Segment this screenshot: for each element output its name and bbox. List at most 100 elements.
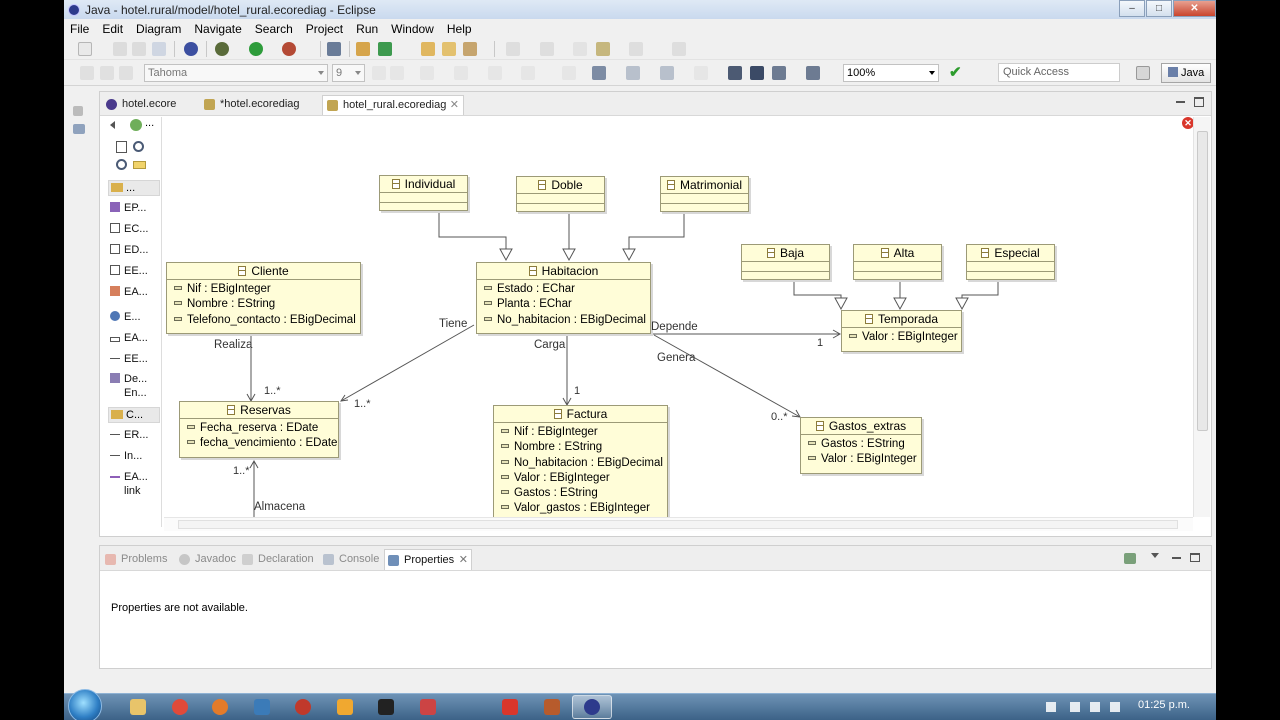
menu-run[interactable]: Run [356,22,378,36]
external-tools-icon[interactable] [282,42,296,56]
save-icon[interactable] [113,42,127,56]
arrow-up-icon[interactable] [100,66,114,80]
app-icon[interactable] [502,699,518,715]
router-icon[interactable] [694,66,708,80]
java-perspective-button[interactable]: Java [1161,63,1211,83]
diagram-canvas[interactable]: Individual Doble Matrimonial Cliente Nif… [164,117,1193,517]
attribute-row[interactable]: Estado : EChar [477,282,650,297]
menu-project[interactable]: Project [306,22,343,36]
tab-problems[interactable]: Problems [102,549,172,570]
build-icon[interactable] [184,42,198,56]
app-icon[interactable] [544,699,560,715]
close-button[interactable]: ✕ [1173,0,1216,17]
select-tool-icon[interactable] [116,141,127,153]
tab-console[interactable]: Console [320,549,382,570]
minimize-button[interactable]: – [1119,0,1145,17]
label-genera[interactable]: Genera [657,352,695,364]
network-icon[interactable] [1090,702,1100,712]
open-file-icon[interactable] [442,42,456,56]
palette-link-cont[interactable]: link [124,485,141,497]
vlc-icon[interactable] [337,699,353,715]
class-baja[interactable]: Baja [741,244,830,280]
palette-more-icon[interactable]: ... [145,117,154,129]
forward-icon[interactable] [629,42,643,56]
font-family-select[interactable]: Tahoma [144,64,328,82]
maximize-view-icon[interactable] [1190,553,1200,562]
label-depende[interactable]: Depende [651,321,698,333]
distribute-icon[interactable] [660,66,674,80]
tab-declaration[interactable]: Declaration [239,549,319,570]
class-especial[interactable]: Especial [966,244,1055,280]
class-individual[interactable]: Individual [379,175,468,211]
arrow-right-icon[interactable] [119,66,133,80]
bold-icon[interactable] [372,66,386,80]
note-icon[interactable] [133,161,146,169]
class-alta[interactable]: Alta [853,244,942,280]
restore-icon[interactable] [73,106,83,116]
tab-javadoc[interactable]: Javadoc [176,549,238,570]
tab-properties[interactable]: Properties ✕ [384,549,472,570]
attribute-row[interactable]: Nombre : EString [167,297,360,312]
palette-settings-icon[interactable] [130,119,142,131]
explorer-icon[interactable] [130,699,146,715]
scroll-thumb[interactable] [1197,131,1208,431]
fill-color-icon[interactable] [454,66,468,80]
label-realiza[interactable]: Realiza [214,339,252,351]
menu-navigate[interactable]: Navigate [194,22,241,36]
close-tab-icon[interactable]: ✕ [450,96,459,115]
firefox-icon[interactable] [212,699,228,715]
app-icon[interactable] [378,699,394,715]
menu-file[interactable]: File [70,22,89,36]
vertical-scrollbar[interactable] [1193,117,1210,517]
search-tool-icon[interactable] [463,42,477,56]
palette-epackage[interactable]: EP... [110,202,146,214]
attribute-row[interactable]: Nif : EBigInteger [494,425,667,440]
class-matrimonial[interactable]: Matrimonial [660,176,749,212]
close-tab-icon[interactable]: ✕ [459,550,468,570]
collapse-palette-icon[interactable] [110,121,115,129]
zoom-select[interactable]: 100% [843,64,939,82]
italic-icon[interactable] [390,66,404,80]
attribute-row[interactable]: Valor : EBigInteger [801,452,921,467]
font-color-icon[interactable] [420,66,434,80]
palette-eoperation[interactable]: E... [110,311,141,323]
palette-eattribute[interactable]: EA... [110,332,148,344]
palette-eenumliteral[interactable]: EE... [110,353,148,365]
attribute-row[interactable]: Valor : EBigInteger [494,471,667,486]
open-folder-icon[interactable] [421,42,435,56]
open-type-icon[interactable] [327,42,341,56]
class-temporada[interactable]: Temporada Valor : EBigInteger [841,310,962,352]
tab-hotel-ecorediag[interactable]: *hotel.ecorediag [200,95,318,115]
back-icon[interactable] [596,42,610,56]
palette-eannotation[interactable]: EA... [110,286,148,298]
palette-eclass[interactable]: EC... [110,223,148,235]
maximize-button[interactable]: □ [1146,0,1172,17]
class-reservas[interactable]: Reservas Fecha_reserva : EDate fecha_ven… [179,401,339,458]
run-icon[interactable] [249,42,263,56]
eclipse-task-button[interactable] [572,695,612,719]
arrange-all-icon[interactable] [592,66,606,80]
horizontal-scrollbar[interactable] [164,517,1193,531]
chrome-icon[interactable] [172,699,188,715]
app-icon[interactable] [420,699,436,715]
palette-inheritance[interactable]: In... [110,450,142,462]
package-explorer-icon[interactable] [73,124,85,134]
attribute-row[interactable]: No_habitacion : EBigDecimal [494,456,667,471]
attribute-row[interactable]: Nif : EBigInteger [167,282,360,297]
line-style-icon[interactable] [521,66,535,80]
save-all-icon[interactable] [132,42,146,56]
prev-annotation-icon[interactable] [540,42,554,56]
line-color-icon[interactable] [488,66,502,80]
attribute-row[interactable]: Gastos : EString [801,437,921,452]
attribute-row[interactable]: No_habitacion : EBigDecimal [477,313,650,328]
class-cliente[interactable]: Cliente Nif : EBigInteger Nombre : EStri… [166,262,361,334]
menu-window[interactable]: Window [391,22,434,36]
maximize-editor-icon[interactable] [1194,97,1204,107]
palette-edatatype[interactable]: ED... [110,244,148,256]
minimize-view-icon[interactable] [1172,554,1181,559]
attribute-row[interactable]: Valor : EBigInteger [842,330,961,345]
attribute-row[interactable]: Telefono_contacto : EBigDecimal [167,313,360,328]
attribute-row[interactable]: Valor_gastos : EBigInteger [494,501,667,516]
palette-details-cont[interactable]: En... [124,387,147,399]
label-carga[interactable]: Carga [534,339,565,351]
